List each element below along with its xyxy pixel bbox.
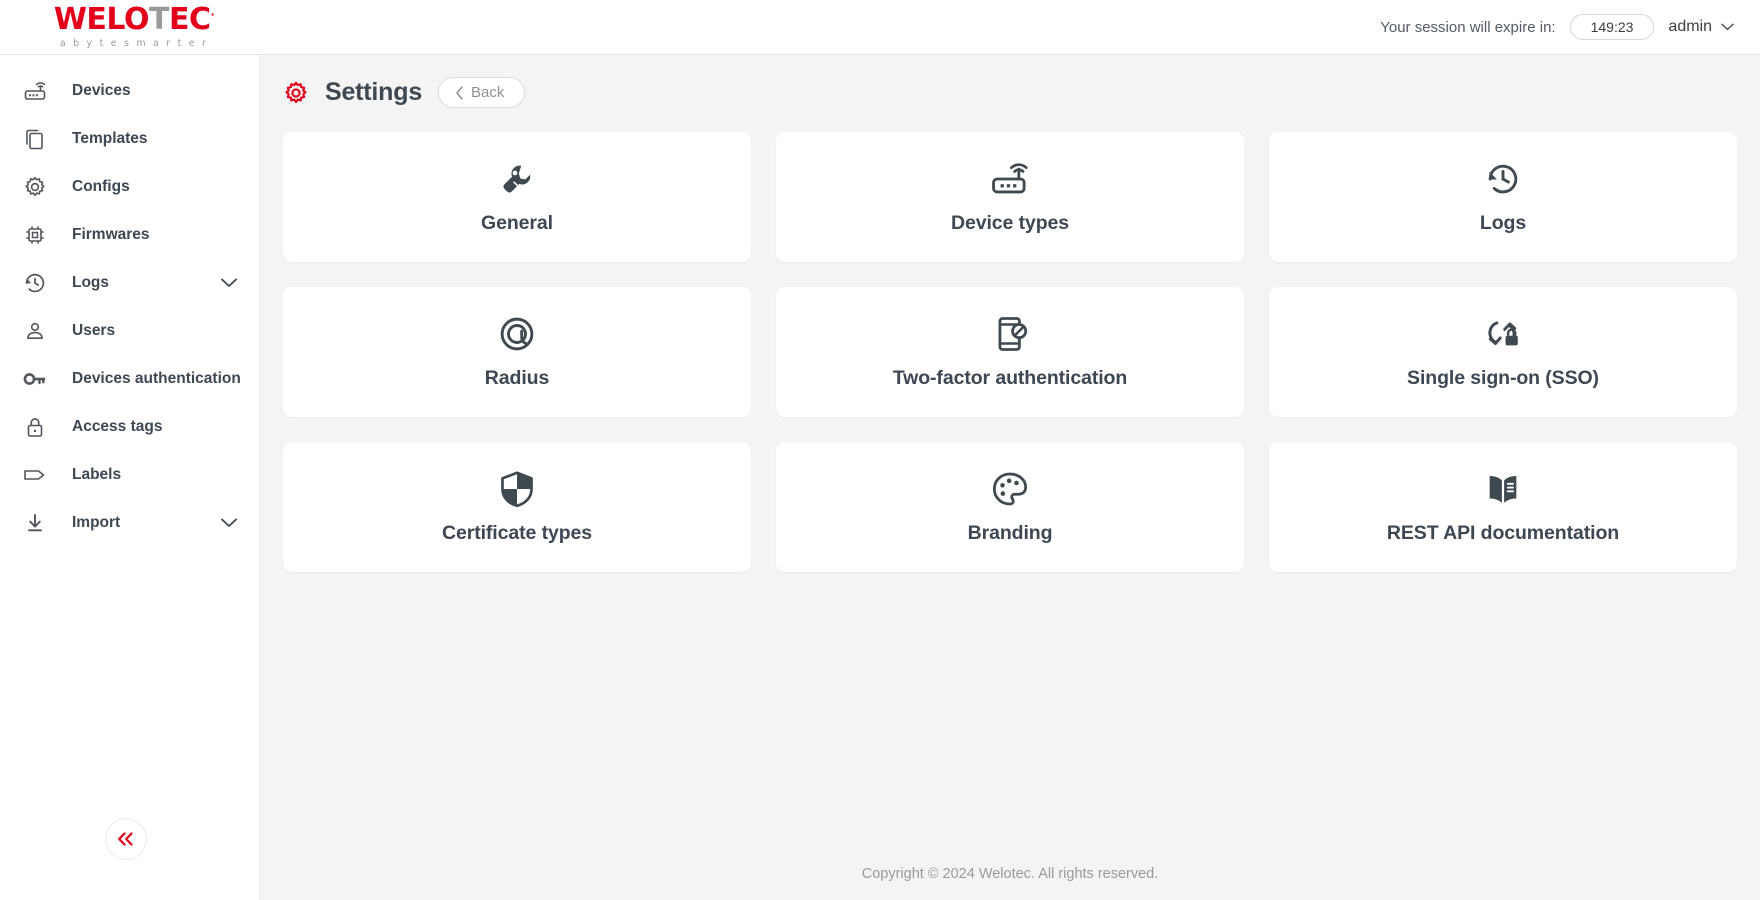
settings-card-label: Two-factor authentication [892, 366, 1128, 389]
shield-icon [499, 470, 535, 508]
session-timer: 149:23 [1569, 14, 1655, 40]
sidebar-item-label: Import [72, 514, 121, 531]
gear-icon [18, 175, 52, 199]
chevron-down-icon [1721, 23, 1734, 31]
settings-card-label: Branding [967, 521, 1053, 544]
app-root: WELOTEC· a b y t e s m a r t e r Your se… [0, 0, 1760, 900]
settings-card-certificate-types[interactable]: Certificate types [283, 442, 751, 572]
welotec-logo[interactable]: WELOTEC· a b y t e s m a r t e r [0, 2, 260, 50]
settings-card-label: Logs [1479, 211, 1527, 234]
top-bar: WELOTEC· a b y t e s m a r t e r Your se… [0, 0, 1760, 55]
chevron-down-icon[interactable] [221, 278, 237, 288]
sidebar-item-access-tags[interactable]: Access tags [0, 403, 259, 451]
back-button[interactable]: Back [438, 77, 526, 108]
user-menu-label: admin [1668, 18, 1712, 35]
sidebar-item-users[interactable]: Users [0, 307, 259, 355]
settings-card-single-sign-on[interactable]: Single sign-on (SSO) [1269, 287, 1737, 417]
lock-icon [18, 415, 52, 439]
sidebar-item-label: Firmwares [72, 226, 150, 243]
sso-lock-icon [1483, 315, 1523, 353]
sidebar-item-configs[interactable]: Configs [0, 163, 259, 211]
user-menu[interactable]: admin [1668, 18, 1734, 36]
sidebar-item-import[interactable]: Import [0, 499, 259, 547]
back-button-label: Back [471, 84, 505, 101]
tag-icon [18, 464, 52, 486]
sidebar-item-label: Templates [72, 130, 148, 147]
settings-grid: General Device types Logs Radius Two-fac… [260, 108, 1760, 572]
copy-icon [18, 127, 52, 151]
logo-wordmark: WELOTEC· [53, 2, 215, 37]
settings-card-general[interactable]: General [283, 132, 751, 262]
logo-trademark: · [210, 8, 215, 21]
sidebar-item-label: Configs [72, 178, 130, 195]
logo-part-2: T [148, 2, 169, 37]
wrench-icon [498, 160, 536, 198]
footer-copyright: Copyright © 2024 Welotec. All rights res… [861, 866, 1159, 882]
sidebar-item-label: Logs [72, 274, 110, 291]
session-expiry-label: Your session will expire in: [1380, 18, 1556, 36]
settings-card-label: General [481, 211, 553, 234]
phone-block-icon [992, 315, 1028, 353]
sidebar-collapse-button[interactable] [105, 818, 147, 860]
router-icon [990, 160, 1030, 198]
history-icon [18, 271, 52, 295]
settings-card-label: Radius [484, 366, 550, 389]
settings-card-branding[interactable]: Branding [776, 442, 1244, 572]
double-chevron-left-icon [118, 832, 133, 846]
logo-tagline: a b y t e s m a r t e r [59, 38, 209, 49]
page-title: Settings [325, 78, 423, 106]
sidebar-item-label: Users [72, 322, 116, 339]
palette-icon [991, 470, 1029, 508]
settings-card-rest-api-documentation[interactable]: REST API documentation [1269, 442, 1737, 572]
chevron-down-icon[interactable] [221, 518, 237, 528]
page-header: Settings Back [260, 55, 1760, 108]
settings-card-label: Single sign-on (SSO) [1407, 366, 1599, 389]
sidebar-item-label: Devices authentication [72, 370, 241, 387]
sidebar-item-devices-authentication[interactable]: Devices authentication [0, 355, 259, 403]
logo-part-1: WELO [53, 2, 150, 37]
sidebar-item-firmwares[interactable]: Firmwares [0, 211, 259, 259]
sidebar-item-label: Access tags [72, 418, 163, 435]
settings-card-label: Certificate types [441, 521, 593, 544]
sidebar-item-templates[interactable]: Templates [0, 115, 259, 163]
key-icon [18, 367, 52, 391]
at-circle-icon [498, 315, 536, 353]
download-icon [18, 511, 52, 535]
chevron-left-icon [456, 85, 463, 100]
settings-card-two-factor-authentication[interactable]: Two-factor authentication [776, 287, 1244, 417]
sidebar-item-devices[interactable]: Devices [0, 67, 259, 115]
book-icon [1483, 470, 1523, 508]
sidebar-item-label: Labels [72, 466, 122, 483]
sidebar-item-label: Devices [72, 82, 131, 99]
user-icon [18, 319, 52, 343]
history-icon [1484, 160, 1522, 198]
sidebar-nav: Devices Templates Configs Firmwares Logs… [0, 55, 259, 547]
settings-card-radius[interactable]: Radius [283, 287, 751, 417]
main-content: Settings Back General Device types Logs … [260, 55, 1760, 900]
top-bar-right: Your session will expire in: 149:23 admi… [1380, 14, 1760, 40]
logo-part-3: EC [168, 2, 211, 37]
router-icon [18, 80, 52, 102]
chip-icon [18, 223, 52, 247]
settings-card-logs[interactable]: Logs [1269, 132, 1737, 262]
settings-card-label: Device types [950, 211, 1070, 234]
sidebar: Devices Templates Configs Firmwares Logs… [0, 55, 260, 900]
sidebar-item-logs[interactable]: Logs [0, 259, 259, 307]
sidebar-item-labels[interactable]: Labels [0, 451, 259, 499]
gear-icon [283, 80, 309, 106]
settings-card-device-types[interactable]: Device types [776, 132, 1244, 262]
settings-card-label: REST API documentation [1386, 521, 1620, 544]
